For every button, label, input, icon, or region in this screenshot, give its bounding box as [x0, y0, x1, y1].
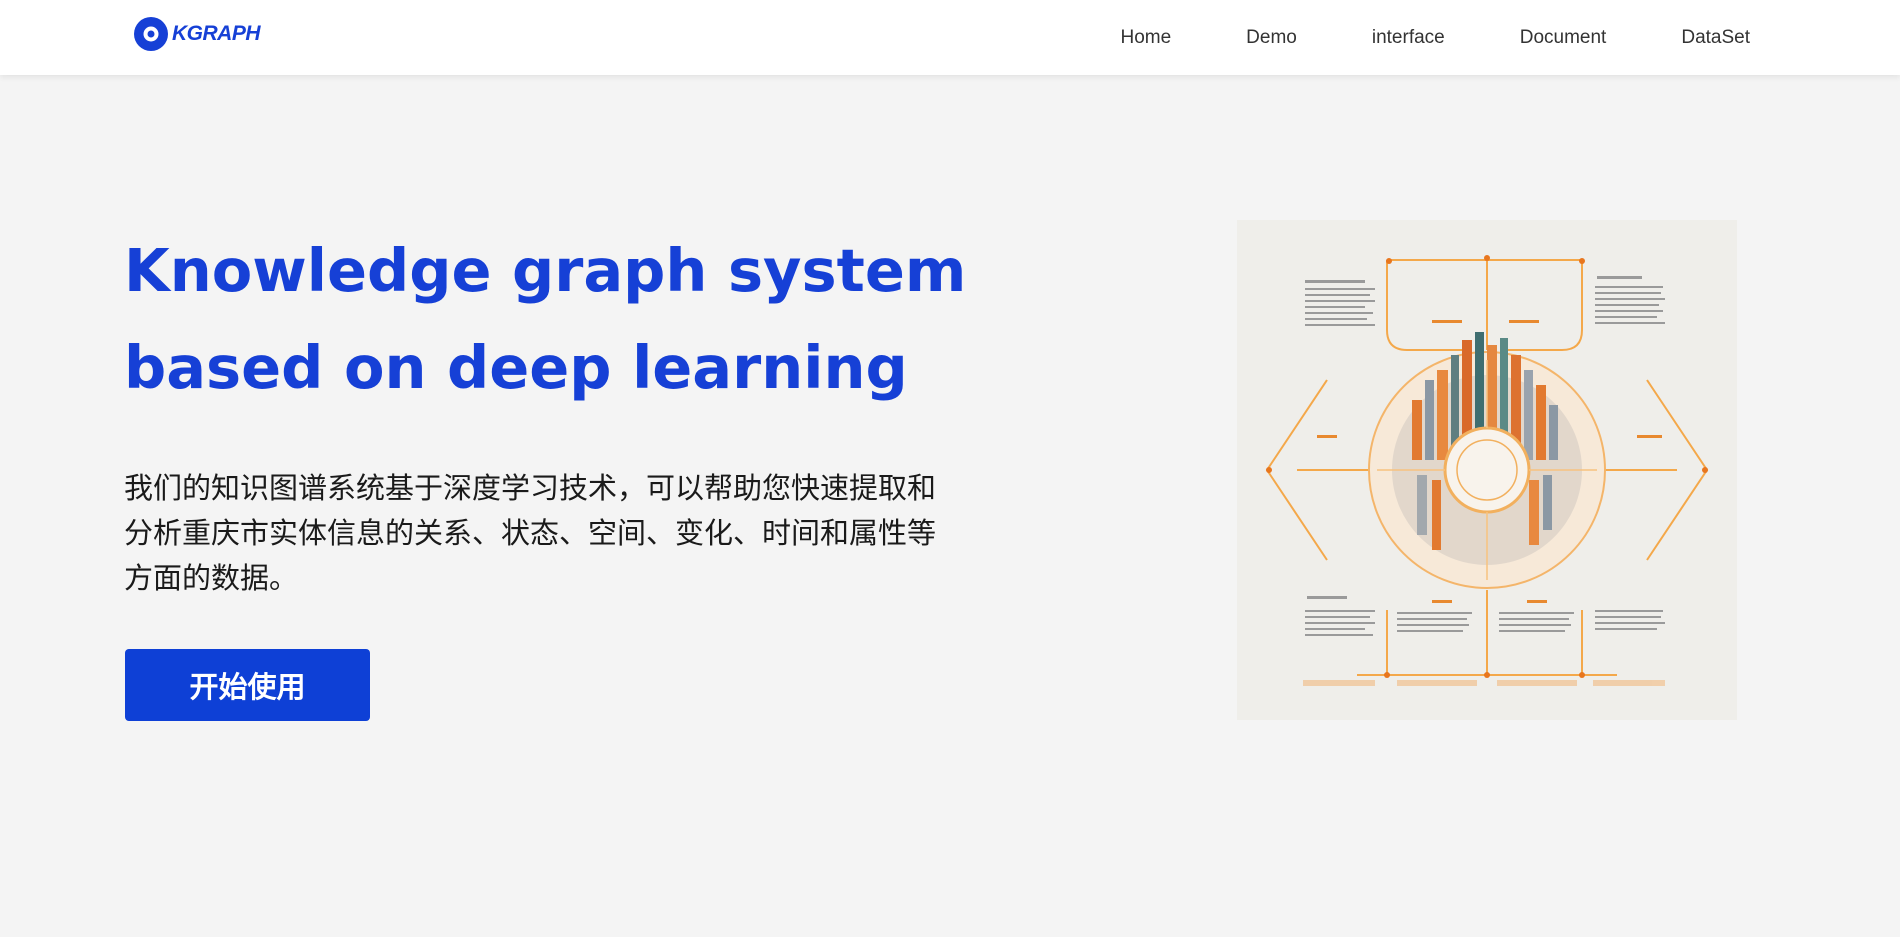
logo[interactable]: KGRAPH: [132, 14, 261, 54]
nav-link-dataset[interactable]: DataSet: [1681, 27, 1750, 49]
logo-text: KGRAPH: [172, 22, 261, 45]
hero-description: 我们的知识图谱系统基于深度学习技术，可以帮助您快速提取和分析重庆市实体信息的关系…: [124, 471, 937, 595]
nav-link-demo[interactable]: Demo: [1246, 27, 1297, 49]
nav-link-document[interactable]: Document: [1520, 27, 1607, 49]
main-nav: Home Demo interface Document DataSet: [1120, 0, 1750, 75]
get-started-button[interactable]: 开始使用: [125, 649, 370, 721]
logo-icon: [134, 17, 168, 51]
nav-link-interface[interactable]: interface: [1372, 27, 1445, 49]
hero-title: Knowledge graph system based on deep lea…: [124, 236, 967, 402]
knowledge-graph-infographic-icon: [1237, 220, 1737, 720]
nav-link-home[interactable]: Home: [1120, 27, 1171, 49]
hero-illustration: [1237, 220, 1737, 720]
top-navbar: KGRAPH Home Demo interface Document Data…: [0, 0, 1900, 75]
